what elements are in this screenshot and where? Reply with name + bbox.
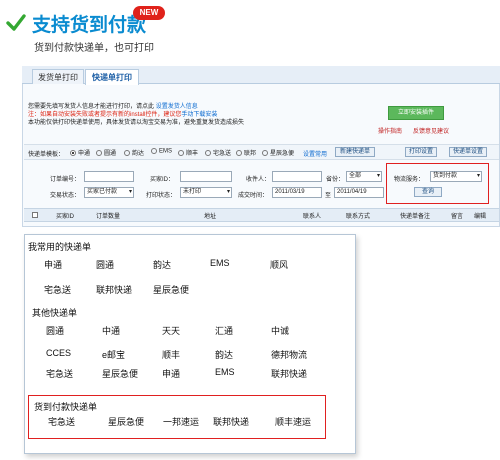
col-contact: 联系人 <box>303 214 322 220</box>
other-item[interactable]: EMS <box>215 367 235 377</box>
feedback-link[interactable]: 反馈意见建议 <box>413 126 449 135</box>
common-item[interactable]: 星辰急便 <box>153 283 189 296</box>
receiver-label: 收件人： <box>246 177 271 183</box>
cod-express-title: 货到付款快递单 <box>34 402 98 412</box>
new-badge: NEW <box>133 6 165 20</box>
col-order-count: 订单数量 <box>96 214 121 220</box>
col-remark: 快递单备注 <box>400 214 431 220</box>
radio-xingchen[interactable]: 星辰急便 <box>262 148 294 157</box>
sender-info-link[interactable]: 设置发货人信息 <box>156 104 198 110</box>
query-button[interactable]: 查询 <box>414 187 442 197</box>
radio-yuantong[interactable]: 圆通 <box>96 148 116 157</box>
logistics-select[interactable]: 货到付款 <box>430 171 482 182</box>
order-no-input[interactable] <box>84 171 134 182</box>
print-status-select[interactable]: 未打印 <box>180 187 232 198</box>
trade-status-label: 交易状态： <box>50 193 81 199</box>
common-express-title: 我常用的快递单 <box>28 242 92 252</box>
other-express-title: 其他快递单 <box>32 308 78 318</box>
radio-ems[interactable]: EMS <box>151 148 172 155</box>
other-item[interactable]: 顺丰 <box>162 348 180 361</box>
template-label: 快递单模板： <box>28 152 65 158</box>
province-select[interactable]: 全部 <box>346 171 382 182</box>
other-item[interactable]: 德邦物流 <box>271 348 307 361</box>
logistics-label: 物流服务： <box>394 177 425 183</box>
common-item[interactable]: 韵达 <box>153 258 171 271</box>
common-item[interactable]: 顺风 <box>270 258 288 271</box>
other-item[interactable]: 中诚 <box>271 324 289 337</box>
cod-item[interactable]: 一邦速运 <box>163 415 199 428</box>
cod-item[interactable]: 联邦快递 <box>213 415 249 428</box>
common-item[interactable]: EMS <box>210 258 230 268</box>
date-to-input[interactable]: 2011/04/19 <box>334 187 384 198</box>
other-item[interactable]: 汇通 <box>215 324 233 337</box>
other-item[interactable]: 韵达 <box>215 348 233 361</box>
col-edit: 编辑 <box>474 214 487 220</box>
manual-install-link[interactable]: 手动下载安装 <box>181 112 217 118</box>
checkmark-icon <box>6 14 26 31</box>
radio-lianbang[interactable]: 联邦 <box>236 148 256 157</box>
express-settings-button[interactable]: 快递单设置 <box>449 147 487 157</box>
page-subtitle: 货到付款快递单，也可打印 <box>34 43 154 54</box>
tab-invoice-print[interactable]: 发货单打印 <box>32 69 84 84</box>
common-item[interactable]: 宅急送 <box>44 283 71 296</box>
radio-yunda[interactable]: 韵达 <box>124 148 144 157</box>
buyer-id-label: 买家ID： <box>150 177 175 183</box>
guide-link[interactable]: 操作指南 <box>378 126 402 135</box>
radio-shentong[interactable]: 申通 <box>70 148 90 157</box>
new-express-button[interactable]: 新建快递单 <box>335 147 375 157</box>
date-separator: 至 <box>325 193 332 199</box>
other-item[interactable]: e邮宝 <box>102 348 125 361</box>
buyer-id-input[interactable] <box>180 171 232 182</box>
other-item[interactable]: 联邦快递 <box>271 367 307 380</box>
print-settings-button[interactable]: 打印设置 <box>405 147 437 157</box>
install-plugin-button[interactable]: 立即安装插件 <box>388 106 444 120</box>
cod-item[interactable]: 星辰急便 <box>108 415 144 428</box>
other-item[interactable]: 宅急送 <box>46 367 73 380</box>
set-common-link[interactable]: 设置常用 <box>303 149 327 158</box>
cod-item[interactable]: 宅急送 <box>48 415 75 428</box>
other-item[interactable]: 天天 <box>162 324 180 337</box>
deal-time-label: 成交时间： <box>238 193 269 199</box>
print-status-label: 打印状态： <box>146 193 177 199</box>
other-item[interactable]: 星辰急便 <box>102 367 138 380</box>
date-from-input[interactable]: 2011/03/19 <box>272 187 322 198</box>
radio-zhaijisong[interactable]: 宅急送 <box>205 148 231 157</box>
other-item[interactable]: 中通 <box>102 324 120 337</box>
logistics-highlight <box>386 163 489 204</box>
col-contact-method: 联系方式 <box>346 214 371 220</box>
col-buyer-id: 买家ID <box>56 214 75 220</box>
notice-text: 您需要先填写发货人信息才能进行打印，请点此 设置发货人信息 注：如果自动安装失败… <box>28 104 245 126</box>
common-item[interactable]: 圆通 <box>96 258 114 271</box>
page-title: 支持货到付款 <box>32 15 147 36</box>
radio-shunfeng[interactable]: 顺丰 <box>178 148 198 157</box>
other-item[interactable]: CCES <box>46 348 71 358</box>
common-item[interactable]: 申通 <box>44 258 62 271</box>
province-label: 省份： <box>326 177 345 183</box>
tab-express-print[interactable]: 快递单打印 <box>85 69 139 85</box>
other-item[interactable]: 圆通 <box>46 324 64 337</box>
order-no-label: 订单编号： <box>50 177 81 183</box>
col-address: 地址 <box>204 214 217 220</box>
cod-item[interactable]: 顺丰速运 <box>275 415 311 428</box>
receiver-input[interactable] <box>272 171 322 182</box>
common-item[interactable]: 联邦快递 <box>96 283 132 296</box>
col-message: 留言 <box>451 214 464 220</box>
select-all-checkbox[interactable] <box>32 212 38 218</box>
trade-status-select[interactable]: 买家已付款 <box>84 187 134 198</box>
other-item[interactable]: 申通 <box>162 367 180 380</box>
